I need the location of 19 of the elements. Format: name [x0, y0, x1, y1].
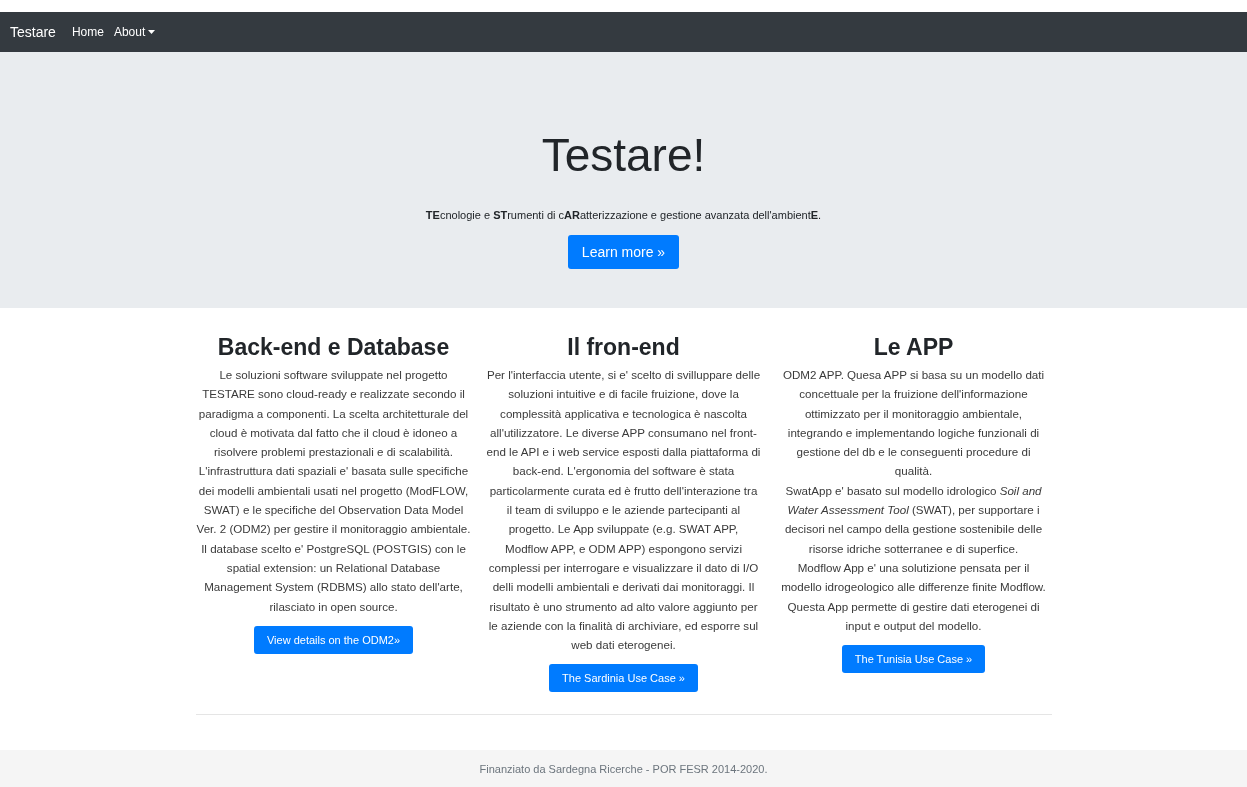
nav-link[interactable]: Home	[71, 25, 104, 39]
learn-more-button[interactable]: Learn more »	[567, 234, 680, 269]
section-paragraph: Le soluzioni software sviluppate nel progetto TESTARE sono cloud-ready e realizzate secondo il paradigma a componenti. La scelta architetturale del cloud è motivata dal fatto che il cloud è idoneo a risolvere problemi prestazionali e di scalabilità. L'infrastruttura dati spaziali e' basata sulle specifiche dei modelli ambientali usati nel progetto (ModFLOW, SWAT) e le specifiche del Observation Data Model Ver. 2 (ODM2) per gestire il monitoraggio ambientale. Il database scelto e' PostgreSQL (POSTGIS) con le spatial extension: un Relational Database Management System (RDBMS) allo stato dell'arte, rilasciato in open source.	[196, 367, 471, 615]
brand-link[interactable]: Testare	[10, 24, 56, 40]
section-heading: Back-end e Database	[217, 334, 450, 361]
section-heading: Il fron-end	[567, 334, 680, 361]
caret-icon	[148, 30, 156, 34]
hero-subtitle: TEcnologie e STrumenti di cARatterizzazione e gestione avanzata dell'ambientE.	[425, 208, 822, 221]
section-heading: Le APP	[873, 334, 954, 361]
section-paragraph: SwatApp e' basato sul modello idrologico Soil and Water Assessment Tool (SWAT), per supportare i decisori nel campo della gestione sostenibile delle risorse idriche sotterranee e di superfice.	[783, 482, 1044, 557]
section-button[interactable]: The Tunisia Use Case »	[841, 645, 986, 674]
section-paragraph: ODM2 APP. Quesa APP si basa su un modello dati concettuale per la fruizione dell'informazione ottimizzato per il monitoraggio ambientale, integrando e implementando logiche funzionali di gestione del db e le conseguenti procedure di qualità.	[781, 367, 1046, 480]
footer-text: Finanziato da Sardegna Ricerche - POR FESR 2014-2020.	[479, 762, 768, 775]
section-paragraph: Modflow App e' una solutizione pensata per il modello idrogeologico alle differenze finite Modflow. Questa App permette di gestire dati eterogenei di input e output del modello.	[780, 559, 1047, 634]
section-button[interactable]: The Sardinia Use Case »	[549, 664, 698, 693]
section-button[interactable]: View details on the ODM2»	[253, 625, 414, 654]
hero-title: Testare!	[541, 130, 706, 181]
section-paragraph: Per l'interfaccia utente, si e' scelto di svilluppare delle soluzioni intuitive e di facile fruizione, dove la complessità applicativa e tecnologica è nascolta all'utilizzatore. Le diverse APP consumano nel front-end le API e i web service esposti dalla piattaforma di back-end. L'ergonomia del software è stata particolarmente curata ed è frutto dell'interazione tra il team di sviluppo e le aziende partecipanti al progetto. Le App sviluppate (e.g. SWAT APP, Modflow APP, e ODM APP) espongono servizi complessi per interrogare e visualizzare il dato di I/O delli modelli ambientali e derivati dai monitoraggi. Il risultato è uno strumento ad alto valore aggiunto per le aziende con la finalità di archiviare, ed esporre sul web dati eterogenei.	[486, 367, 761, 654]
nav-link[interactable]: About	[113, 25, 156, 39]
